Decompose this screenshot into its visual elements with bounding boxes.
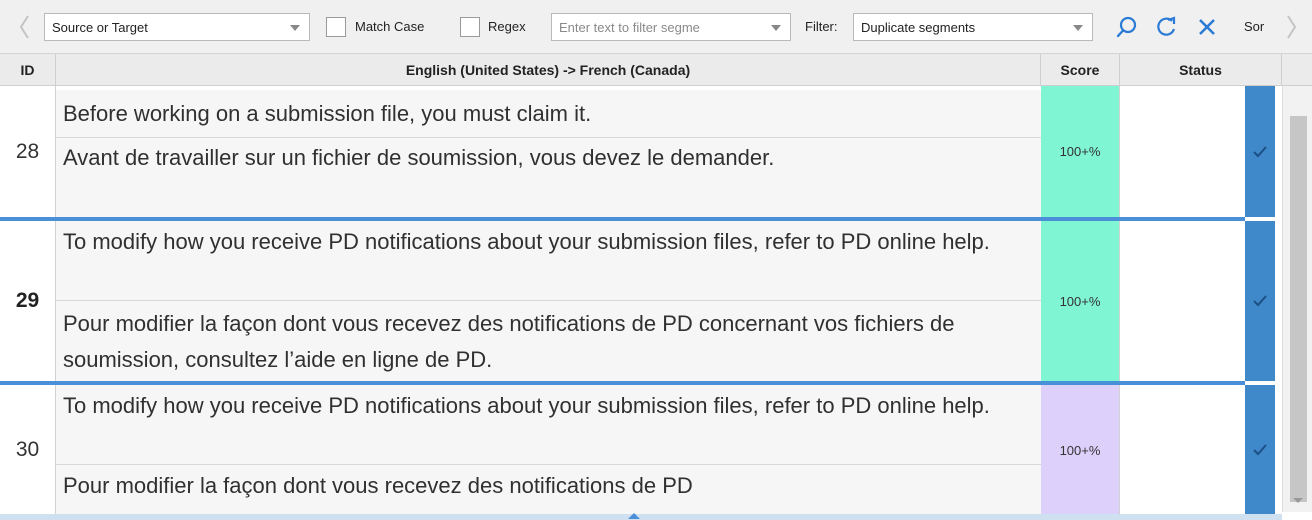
- chevron-left-icon[interactable]: [14, 10, 34, 44]
- segment-id: 29: [0, 221, 56, 381]
- target-text[interactable]: Pour modifier la façon dont vous recevez…: [56, 465, 1041, 514]
- column-header-id[interactable]: ID: [0, 54, 56, 86]
- regex-checkbox[interactable]: [460, 17, 480, 37]
- match-case-label: Match Case: [355, 19, 425, 34]
- segment-id: 30: [0, 385, 56, 514]
- source-text[interactable]: To modify how you receive PD notificatio…: [56, 221, 1041, 301]
- chevron-down-icon: [1073, 25, 1083, 31]
- target-text[interactable]: Pour modifier la façon dont vous recevez…: [56, 301, 1041, 381]
- match-score: 100+%: [1041, 385, 1120, 514]
- filter-label: Filter:: [805, 19, 838, 34]
- vertical-scrollbar[interactable]: [1282, 86, 1312, 512]
- confirmed-check-icon[interactable]: [1245, 385, 1275, 514]
- grid-bottom-edge: [0, 514, 1282, 520]
- refresh-icon[interactable]: [1152, 12, 1182, 42]
- scrollbar-thumb[interactable]: [1290, 116, 1307, 502]
- match-score: 100+%: [1041, 86, 1120, 217]
- segment-row[interactable]: 29 To modify how you receive PD notifica…: [0, 221, 1282, 381]
- confirmed-check-icon[interactable]: [1245, 221, 1275, 381]
- scope-dropdown[interactable]: Source or Target: [44, 13, 310, 41]
- chevron-down-icon: [290, 25, 300, 31]
- segment-id: 28: [0, 86, 56, 217]
- column-header-status[interactable]: Status: [1120, 54, 1282, 86]
- target-text[interactable]: Avant de travailler sur un fichier de so…: [56, 138, 1041, 217]
- segment-row[interactable]: 30 To modify how you receive PD notifica…: [0, 385, 1282, 514]
- status-cell: [1120, 221, 1245, 381]
- filter-text-combobox[interactable]: Enter text to filter segme: [551, 13, 791, 41]
- search-icon[interactable]: [1112, 12, 1142, 42]
- source-text[interactable]: Before working on a submission file, you…: [56, 90, 1041, 138]
- column-header-score[interactable]: Score: [1041, 54, 1120, 86]
- column-header-languages[interactable]: English (United States) -> French (Canad…: [56, 54, 1041, 86]
- match-score: 100+%: [1041, 221, 1120, 381]
- splitter-handle-icon[interactable]: [628, 513, 640, 519]
- filter-toolbar: Source or Target Match Case Regex Enter …: [0, 0, 1312, 54]
- close-icon[interactable]: [1192, 12, 1222, 42]
- segment-grid: 28 Before working on a submission file, …: [0, 86, 1282, 514]
- sort-label[interactable]: Sor: [1244, 19, 1274, 34]
- chevron-right-icon[interactable]: [1282, 10, 1302, 44]
- grid-header: ID English (United States) -> French (Ca…: [0, 54, 1312, 86]
- regex-label: Regex: [488, 19, 526, 34]
- confirmed-check-icon[interactable]: [1245, 86, 1275, 217]
- scope-dropdown-value: Source or Target: [52, 19, 148, 35]
- source-text[interactable]: To modify how you receive PD notificatio…: [56, 385, 1041, 465]
- chevron-down-icon: [771, 25, 781, 31]
- filter-dropdown-value: Duplicate segments: [861, 19, 976, 35]
- segment-row[interactable]: 28 Before working on a submission file, …: [0, 86, 1282, 217]
- status-cell: [1120, 385, 1245, 514]
- filter-dropdown[interactable]: Duplicate segments: [853, 13, 1093, 41]
- status-cell: [1120, 86, 1245, 217]
- match-case-checkbox[interactable]: [326, 17, 346, 37]
- scroll-down-arrow-icon[interactable]: [1293, 498, 1303, 503]
- filter-text-placeholder: Enter text to filter segme: [559, 19, 700, 35]
